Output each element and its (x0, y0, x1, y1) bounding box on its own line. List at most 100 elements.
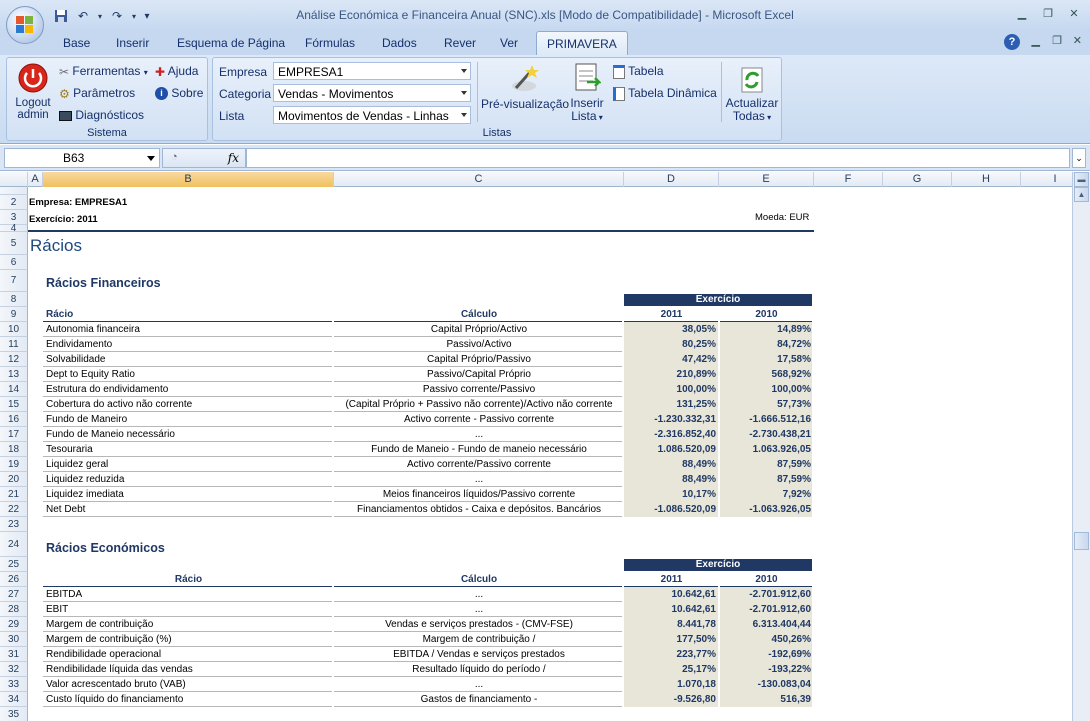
cell-value-year-2[interactable]: 14,89% (719, 324, 811, 335)
row-header-5[interactable]: 5 (0, 232, 28, 255)
cell-value-year-2[interactable]: 87,59% (719, 459, 811, 470)
tab-rever[interactable]: Rever (444, 36, 476, 50)
name-box[interactable]: B63 (4, 148, 160, 168)
tab-formulas[interactable]: Fórmulas (305, 36, 355, 50)
column-header-i[interactable]: I (1021, 172, 1072, 187)
cell-racio[interactable]: Net Debt (46, 504, 85, 515)
cell-value-year-2[interactable]: 57,73% (719, 399, 811, 410)
row-header-23[interactable]: 23 (0, 517, 28, 532)
row-header-6[interactable]: 6 (0, 255, 28, 270)
cell-calculo[interactable]: Vendas e serviços prestados - (CMV-FSE) (334, 619, 624, 630)
select-all-corner[interactable] (0, 172, 28, 187)
row-header-31[interactable]: 31 (0, 647, 28, 662)
tab-esquema-de-pagina[interactable]: Esquema de Página (177, 36, 285, 50)
diagnosticos-button[interactable]: Diagnósticos (59, 108, 144, 122)
cell-calculo[interactable]: Activo corrente - Passivo corrente (334, 414, 624, 425)
expand-formula-bar-icon[interactable]: ⌄ (1072, 148, 1086, 168)
cell-calculo[interactable]: Capital Próprio/Activo (334, 324, 624, 335)
cell-racio[interactable]: Liquidez geral (46, 459, 108, 470)
cell-value-year-2[interactable]: -2.701.912,60 (719, 589, 811, 600)
cell-calculo[interactable]: Gastos de financiamento - (334, 694, 624, 705)
row-header-26[interactable]: 26 (0, 572, 28, 587)
split-box-icon[interactable]: ▬ (1074, 172, 1089, 187)
row-header-19[interactable]: 19 (0, 457, 28, 472)
cell-racio[interactable]: Rendibilidade operacional (46, 649, 161, 660)
cell-calculo[interactable]: Margem de contribuição / (334, 634, 624, 645)
cell-racio[interactable]: Fundo de Maneio necessário (46, 429, 175, 440)
cell-racio[interactable]: Autonomia financeira (46, 324, 140, 335)
row-header-16[interactable]: 16 (0, 412, 28, 427)
cell-value-year-2[interactable]: 6.313.404,44 (719, 619, 811, 630)
help-icon[interactable]: ? (1004, 34, 1020, 50)
cell-value-year-1[interactable]: 10,17% (624, 489, 716, 500)
tab-ver[interactable]: Ver (500, 36, 518, 50)
cell-calculo[interactable]: ... (334, 429, 624, 440)
row-header-20[interactable]: 20 (0, 472, 28, 487)
sobre-button[interactable]: i Sobre (155, 86, 203, 101)
cell-value-year-1[interactable]: 131,25% (624, 399, 716, 410)
cell-value-year-1[interactable]: 1.086.520,09 (624, 444, 716, 455)
cell-racio[interactable]: Liquidez imediata (46, 489, 124, 500)
pre-visualizacao-button[interactable]: Pré-visualização (481, 62, 569, 111)
inserir-lista-button[interactable]: Inserir Lista ▾ (567, 62, 607, 124)
cell-value-year-2[interactable]: -2.701.912,60 (719, 604, 811, 615)
row-header-4[interactable]: 4 (0, 224, 28, 234)
cell-calculo[interactable]: Passivo corrente/Passivo (334, 384, 624, 395)
cell-value-year-2[interactable]: 568,92% (719, 369, 811, 380)
tabela-dinamica-button[interactable]: Tabela Dinâmica (613, 86, 717, 101)
cell-calculo[interactable]: Passivo/Capital Próprio (334, 369, 624, 380)
cell-racio[interactable]: EBITDA (46, 589, 82, 600)
tab-inserir[interactable]: Inserir (116, 36, 149, 50)
cell-value-year-2[interactable]: -1.666.512,16 (719, 414, 811, 425)
cell-value-year-2[interactable]: 84,72% (719, 339, 811, 350)
scroll-up-icon[interactable]: ▲ (1074, 187, 1089, 202)
row-header-15[interactable]: 15 (0, 397, 28, 412)
row-header-12[interactable]: 12 (0, 352, 28, 367)
row-header-17[interactable]: 17 (0, 427, 28, 442)
cell-calculo[interactable]: Passivo/Activo (334, 339, 624, 350)
cell-calculo[interactable]: Capital Próprio/Passivo (334, 354, 624, 365)
formula-input[interactable] (246, 148, 1070, 168)
cell-racio[interactable]: Valor acrescentado bruto (VAB) (46, 679, 186, 690)
ribbon-minimize-icon[interactable]: ▁ (1032, 34, 1040, 47)
tab-primavera[interactable]: PRIMAVERA (536, 31, 628, 56)
actualizar-todas-button[interactable]: Actualizar Todas ▾ (725, 62, 779, 124)
ribbon-close-icon[interactable]: ✕ (1073, 34, 1082, 47)
cell-racio[interactable]: Estrutura do endividamento (46, 384, 168, 395)
cell-value-year-1[interactable]: 100,00% (624, 384, 716, 395)
cell-racio[interactable]: Liquidez reduzida (46, 474, 124, 485)
column-header-g[interactable]: G (883, 172, 952, 187)
ferramentas-button[interactable]: ✂ Ferramentas ▾ (59, 64, 148, 79)
cell-racio[interactable]: Rendibilidade líquida das vendas (46, 664, 193, 675)
cell-value-year-1[interactable]: -9.526,80 (624, 694, 716, 705)
cell-calculo[interactable]: Resultado líquido do período / (334, 664, 624, 675)
row-header-11[interactable]: 11 (0, 337, 28, 352)
cell-value-year-1[interactable]: 88,49% (624, 474, 716, 485)
cell-calculo[interactable]: EBITDA / Vendas e serviços prestados (334, 649, 624, 660)
tab-base[interactable]: Base (63, 36, 90, 50)
lista-select[interactable]: Movimentos de Vendas - Linhas (273, 106, 471, 124)
cell-value-year-2[interactable]: -130.083,04 (719, 679, 811, 690)
row-header-30[interactable]: 30 (0, 632, 28, 647)
cell-racio[interactable]: Solvabilidade (46, 354, 106, 365)
row-header-22[interactable]: 22 (0, 502, 28, 517)
column-header-c[interactable]: C (334, 172, 624, 187)
cell-value-year-1[interactable]: 47,42% (624, 354, 716, 365)
row-header-1[interactable] (0, 187, 28, 195)
close-icon[interactable]: ✕ (1062, 4, 1086, 22)
cell-value-year-1[interactable]: 10.642,61 (624, 589, 717, 600)
row-header-2[interactable]: 2 (0, 195, 28, 210)
row-header-25[interactable]: 25 (0, 557, 28, 572)
cell-value-year-1[interactable]: 25,17% (624, 664, 716, 675)
cell-calculo[interactable]: ... (334, 474, 624, 485)
cell-value-year-2[interactable]: 516,39 (719, 694, 811, 705)
cell-value-year-2[interactable]: -1.063.926,05 (719, 504, 811, 515)
cell-calculo[interactable]: Fundo de Maneio - Fundo de maneio necess… (334, 444, 624, 455)
cell-calculo[interactable]: ... (334, 679, 624, 690)
cell-racio[interactable]: Dept to Equity Ratio (46, 369, 135, 380)
column-header-a[interactable]: A (28, 172, 43, 187)
parametros-button[interactable]: ⚙ Parâmetros (59, 86, 135, 101)
row-header-33[interactable]: 33 (0, 677, 28, 692)
cell-calculo[interactable]: Meios financeiros líquidos/Passivo corre… (334, 489, 624, 500)
cell-value-year-1[interactable]: 210,89% (624, 369, 716, 380)
